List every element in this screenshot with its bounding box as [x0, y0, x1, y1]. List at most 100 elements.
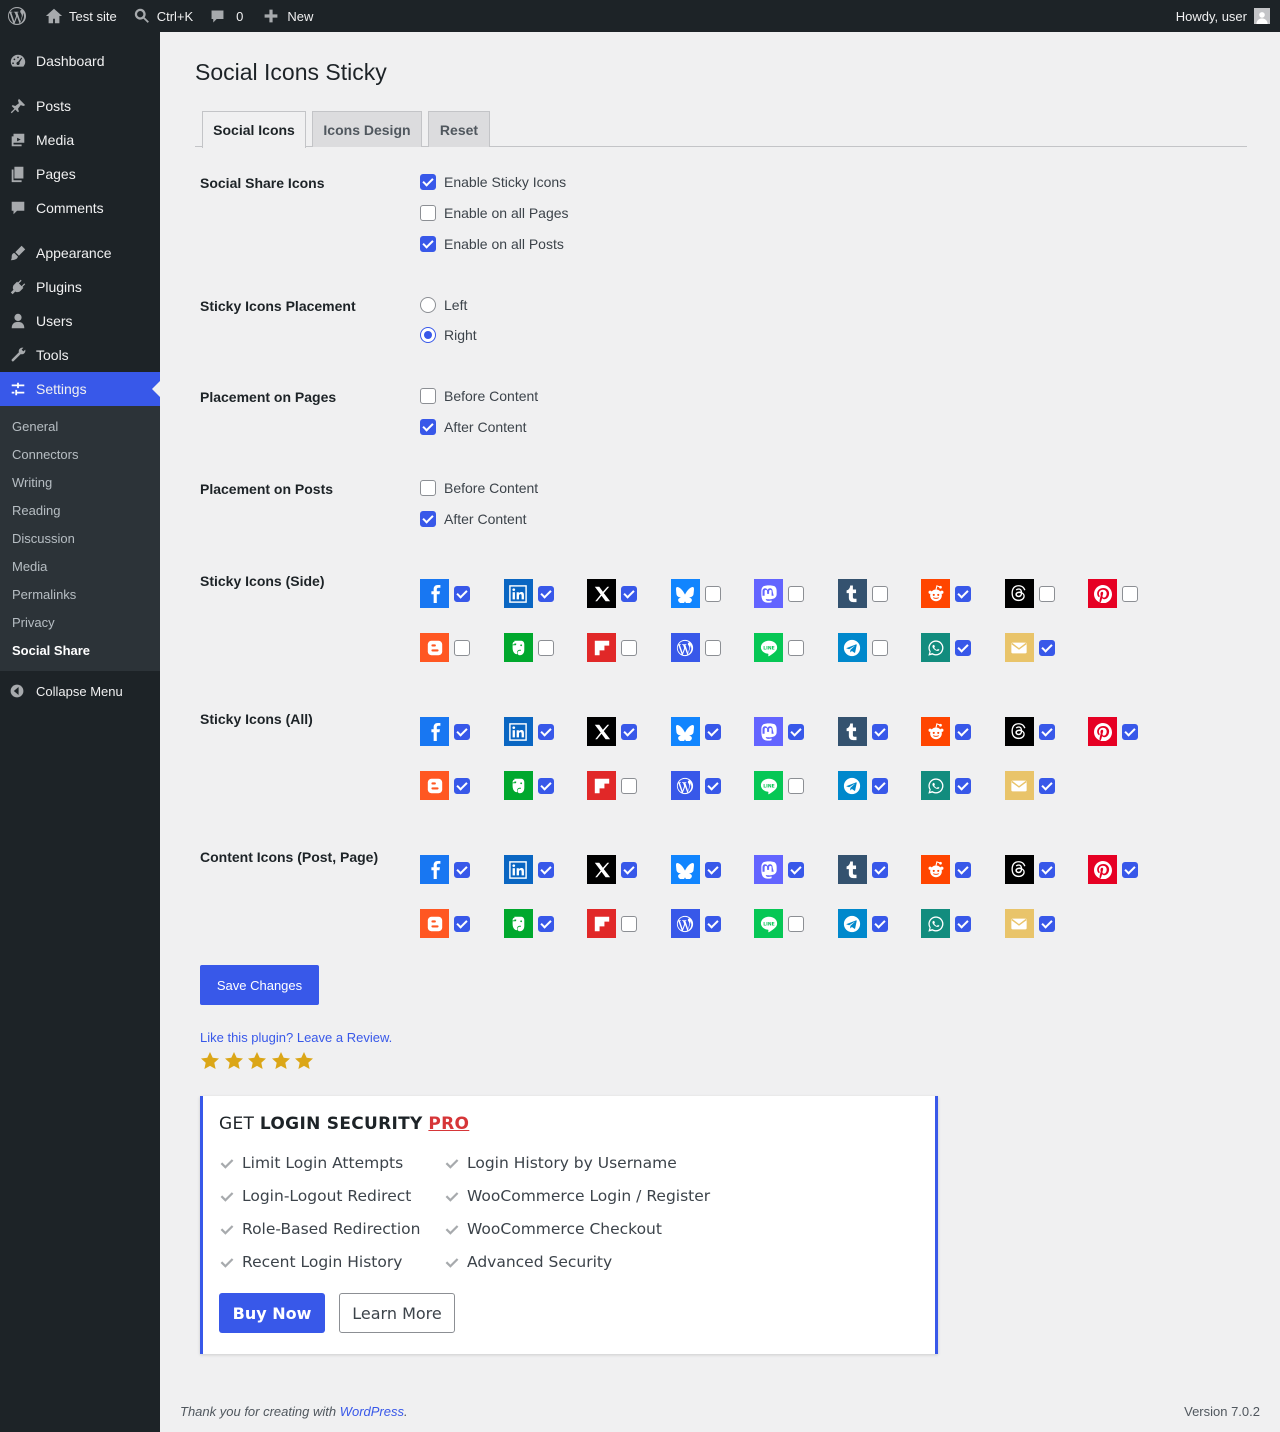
menu-posts[interactable]: Posts — [0, 89, 160, 123]
new-content-button[interactable]: New — [255, 0, 321, 32]
wordpress-link[interactable]: WordPress — [340, 1404, 404, 1419]
evernote-toggle[interactable] — [503, 771, 554, 800]
flipboard-toggle[interactable] — [587, 633, 637, 662]
reddit-toggle[interactable] — [921, 855, 971, 884]
bluesky-checkbox[interactable] — [704, 862, 721, 878]
blogger-toggle[interactable] — [420, 633, 470, 662]
evernote-checkbox[interactable] — [537, 778, 554, 794]
placement-left-option[interactable]: Left — [420, 297, 467, 313]
flipboard-checkbox[interactable] — [621, 916, 637, 932]
mastodon-checkbox[interactable] — [788, 586, 804, 602]
tumblr-toggle[interactable] — [837, 855, 888, 884]
reddit-checkbox[interactable] — [955, 862, 971, 878]
submenu-reading[interactable]: Reading — [0, 497, 160, 525]
flipboard-checkbox[interactable] — [621, 640, 637, 656]
telegram-checkbox[interactable] — [871, 916, 888, 932]
command-palette-button[interactable]: Ctrl+K — [125, 0, 201, 32]
review-link[interactable]: Like this plugin? Leave a Review. — [200, 1030, 392, 1045]
whatsapp-checkbox[interactable] — [955, 640, 971, 656]
posts-before-checkbox[interactable] — [420, 480, 436, 496]
pinterest-toggle[interactable] — [1088, 579, 1138, 608]
evernote-toggle[interactable] — [503, 909, 554, 938]
tab-icons-design[interactable]: Icons Design — [312, 111, 422, 147]
wordpress-checkbox[interactable] — [704, 640, 721, 656]
bluesky-toggle[interactable] — [670, 855, 721, 884]
x-toggle[interactable] — [587, 855, 637, 884]
whatsapp-toggle[interactable] — [921, 909, 971, 938]
submenu-social-share[interactable]: Social Share — [0, 637, 160, 665]
pinterest-toggle[interactable] — [1088, 717, 1138, 746]
wordpress-toggle[interactable] — [670, 633, 721, 662]
pages-before-checkbox[interactable] — [420, 388, 436, 404]
whatsapp-toggle[interactable] — [921, 771, 971, 800]
posts-after-option[interactable]: After Content — [420, 511, 527, 527]
tumblr-toggle[interactable] — [837, 579, 888, 608]
reddit-checkbox[interactable] — [955, 724, 971, 740]
star-icon[interactable] — [247, 1051, 267, 1071]
menu-media[interactable]: Media — [0, 123, 160, 157]
reddit-toggle[interactable] — [921, 717, 971, 746]
blogger-toggle[interactable] — [420, 771, 470, 800]
mastodon-toggle[interactable] — [754, 579, 804, 608]
tumblr-checkbox[interactable] — [871, 724, 888, 740]
pinterest-toggle[interactable] — [1088, 855, 1138, 884]
evernote-toggle[interactable] — [503, 633, 554, 662]
enable-pages-checkbox[interactable] — [420, 205, 436, 221]
x-toggle[interactable] — [587, 717, 637, 746]
rating-stars[interactable] — [200, 1051, 318, 1071]
submenu-connectors[interactable]: Connectors — [0, 441, 160, 469]
menu-plugins[interactable]: Plugins — [0, 270, 160, 304]
tumblr-checkbox[interactable] — [871, 586, 888, 602]
bluesky-toggle[interactable] — [670, 717, 721, 746]
telegram-checkbox[interactable] — [871, 778, 888, 794]
whatsapp-checkbox[interactable] — [955, 778, 971, 794]
line-checkbox[interactable] — [788, 778, 804, 794]
threads-checkbox[interactable] — [1038, 724, 1055, 740]
evernote-checkbox[interactable] — [537, 640, 554, 656]
line-toggle[interactable]: LINE — [754, 909, 804, 938]
wordpress-toggle[interactable] — [670, 771, 721, 800]
blogger-toggle[interactable] — [420, 909, 470, 938]
save-changes-button[interactable]: Save Changes — [200, 965, 319, 1005]
telegram-toggle[interactable] — [837, 909, 888, 938]
tumblr-checkbox[interactable] — [871, 862, 888, 878]
submenu-permalinks[interactable]: Permalinks — [0, 581, 160, 609]
whatsapp-toggle[interactable] — [921, 633, 971, 662]
flipboard-checkbox[interactable] — [621, 778, 637, 794]
tab-social-icons[interactable]: Social Icons — [202, 111, 306, 148]
facebook-checkbox[interactable] — [454, 724, 470, 740]
telegram-toggle[interactable] — [837, 771, 888, 800]
reddit-toggle[interactable] — [921, 579, 971, 608]
pages-after-checkbox[interactable] — [420, 419, 436, 435]
placement-left-radio[interactable] — [420, 297, 436, 313]
account-menu[interactable]: Howdy, user — [1168, 0, 1280, 32]
posts-after-checkbox[interactable] — [420, 511, 436, 527]
linkedin-toggle[interactable] — [503, 717, 554, 746]
blogger-checkbox[interactable] — [454, 916, 470, 932]
linkedin-toggle[interactable] — [503, 855, 554, 884]
x-checkbox[interactable] — [621, 862, 637, 878]
menu-tools[interactable]: Tools — [0, 338, 160, 372]
wordpress-checkbox[interactable] — [704, 916, 721, 932]
comments-link[interactable]: 0 — [201, 0, 251, 32]
line-checkbox[interactable] — [788, 916, 804, 932]
promo-title-pro[interactable]: PRO — [428, 1114, 469, 1134]
email-toggle[interactable] — [1004, 909, 1055, 938]
facebook-toggle[interactable] — [420, 579, 470, 608]
learn-more-button[interactable]: Learn More — [339, 1293, 455, 1333]
bluesky-toggle[interactable] — [670, 579, 721, 608]
tab-reset[interactable]: Reset — [428, 111, 490, 147]
threads-toggle[interactable] — [1004, 855, 1055, 884]
submenu-general[interactable]: General — [0, 413, 160, 441]
enable-sticky-option[interactable]: Enable Sticky Icons — [420, 174, 566, 190]
email-checkbox[interactable] — [1038, 916, 1055, 932]
mastodon-toggle[interactable] — [754, 855, 804, 884]
threads-toggle[interactable] — [1004, 579, 1055, 608]
enable-posts-checkbox[interactable] — [420, 236, 436, 252]
wordpress-toggle[interactable] — [670, 909, 721, 938]
facebook-toggle[interactable] — [420, 855, 470, 884]
email-toggle[interactable] — [1004, 633, 1055, 662]
posts-before-option[interactable]: Before Content — [420, 480, 538, 496]
wordpress-checkbox[interactable] — [704, 778, 721, 794]
tumblr-toggle[interactable] — [837, 717, 888, 746]
